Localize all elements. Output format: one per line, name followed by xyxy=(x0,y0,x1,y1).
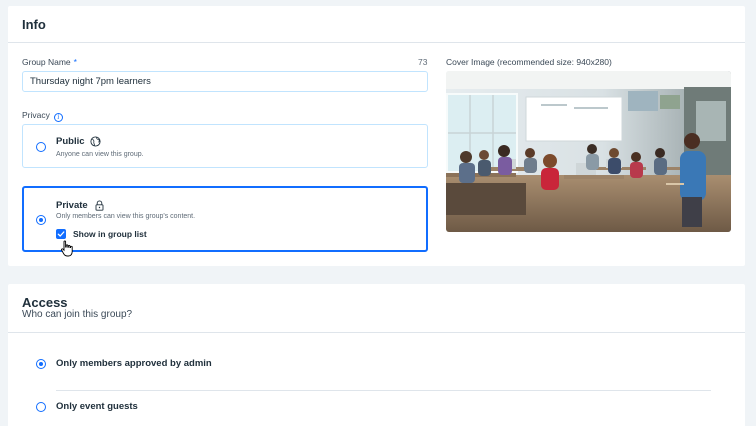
info-card: Info Group Name* 73 Privacyi Public Anyo… xyxy=(8,6,745,266)
show-in-list-label[interactable]: Show in group list xyxy=(73,229,147,239)
required-mark: * xyxy=(73,57,77,67)
privacy-option-public[interactable]: Public Anyone can view this group. xyxy=(22,124,428,168)
access-title: Access xyxy=(22,295,68,310)
info-icon[interactable]: i xyxy=(53,113,63,122)
access-subtitle: Who can join this group? xyxy=(22,309,133,320)
event-guests-radio[interactable] xyxy=(36,402,46,412)
cover-image-label: Cover Image (recommended size: 940x280) xyxy=(446,57,612,67)
admin-approved-radio[interactable] xyxy=(36,359,46,369)
admin-approved-label[interactable]: Only members approved by admin xyxy=(56,358,212,369)
globe-icon xyxy=(90,136,101,147)
info-divider xyxy=(8,42,745,43)
group-name-label-text: Group Name xyxy=(22,57,71,67)
privacy-label-text: Privacy xyxy=(22,110,50,120)
public-radio[interactable] xyxy=(36,142,46,152)
private-title: Private xyxy=(56,200,88,211)
cover-image[interactable] xyxy=(446,71,731,232)
access-card: Access Who can join this group? Only mem… xyxy=(8,284,745,426)
public-description: Anyone can view this group. xyxy=(56,151,144,158)
group-name-input[interactable] xyxy=(22,71,428,92)
event-guests-label[interactable]: Only event guests xyxy=(56,401,138,412)
checkmark-icon xyxy=(57,231,65,237)
access-divider xyxy=(8,332,745,333)
hand-cursor-icon xyxy=(61,240,73,257)
info-title: Info xyxy=(22,17,46,32)
private-description: Only members can view this group's conte… xyxy=(56,213,196,220)
row-divider xyxy=(56,390,711,391)
private-radio[interactable] xyxy=(36,215,46,225)
public-title: Public xyxy=(56,136,85,147)
privacy-label: Privacy i xyxy=(22,110,63,122)
char-counter: 73 xyxy=(418,57,428,67)
privacy-option-private[interactable]: Private Only members can view this group… xyxy=(22,186,428,252)
lock-icon xyxy=(95,200,104,211)
show-in-list-checkbox[interactable] xyxy=(56,229,66,239)
group-name-label: Group Name * xyxy=(22,57,77,67)
